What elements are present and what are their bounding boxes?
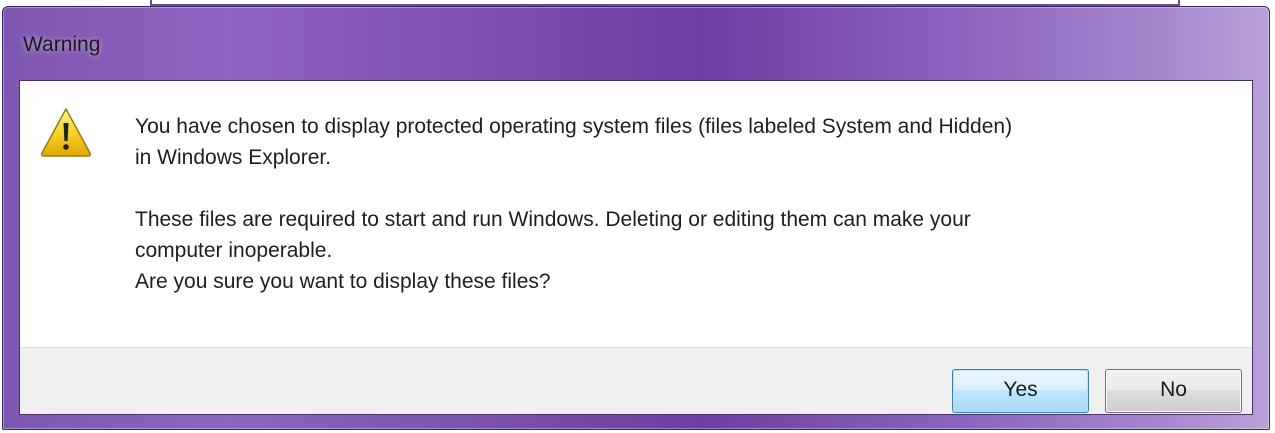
message-area: You have chosen to display protected ope… xyxy=(20,81,1252,347)
warning-message: You have chosen to display protected ope… xyxy=(135,111,1245,297)
dialog-title: Warning xyxy=(23,33,101,56)
confirmation-question: Are you sure you want to display these f… xyxy=(135,270,551,293)
message-line: These files are required to start and ru… xyxy=(135,208,971,231)
dialog-client-area: You have chosen to display protected ope… xyxy=(19,80,1253,415)
message-line: You have chosen to display protected ope… xyxy=(135,115,1013,138)
message-line: computer inoperable. xyxy=(135,239,333,262)
warning-icon xyxy=(41,108,91,157)
yes-button[interactable]: Yes xyxy=(952,369,1089,413)
title-bar[interactable]: Warning xyxy=(3,7,1269,81)
no-button[interactable]: No xyxy=(1105,369,1242,413)
warning-dialog: Warning You have chosen to display prote… xyxy=(2,6,1270,430)
message-line: in Windows Explorer. xyxy=(135,146,332,169)
button-bar: Yes No xyxy=(20,347,1252,414)
